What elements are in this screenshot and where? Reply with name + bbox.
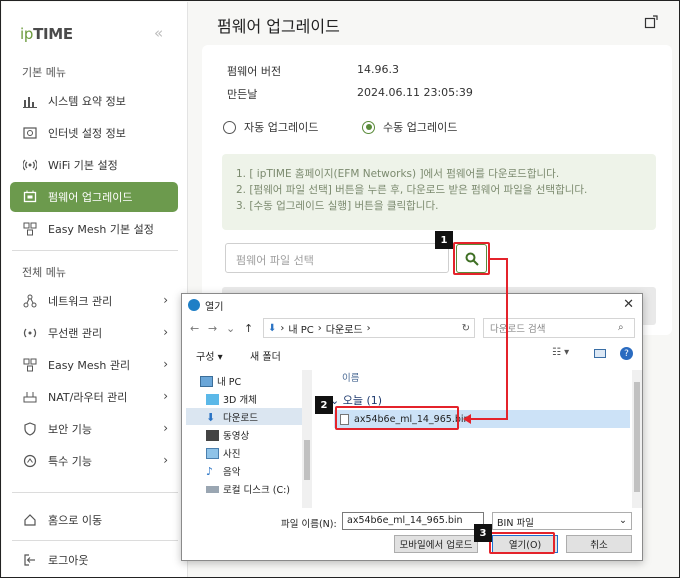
connector-arrow [463,258,508,424]
app-frame: ipTIME « 기본 메뉴 시스템 요약 정보 인터넷 설정 정보 WiFi … [0,0,680,578]
